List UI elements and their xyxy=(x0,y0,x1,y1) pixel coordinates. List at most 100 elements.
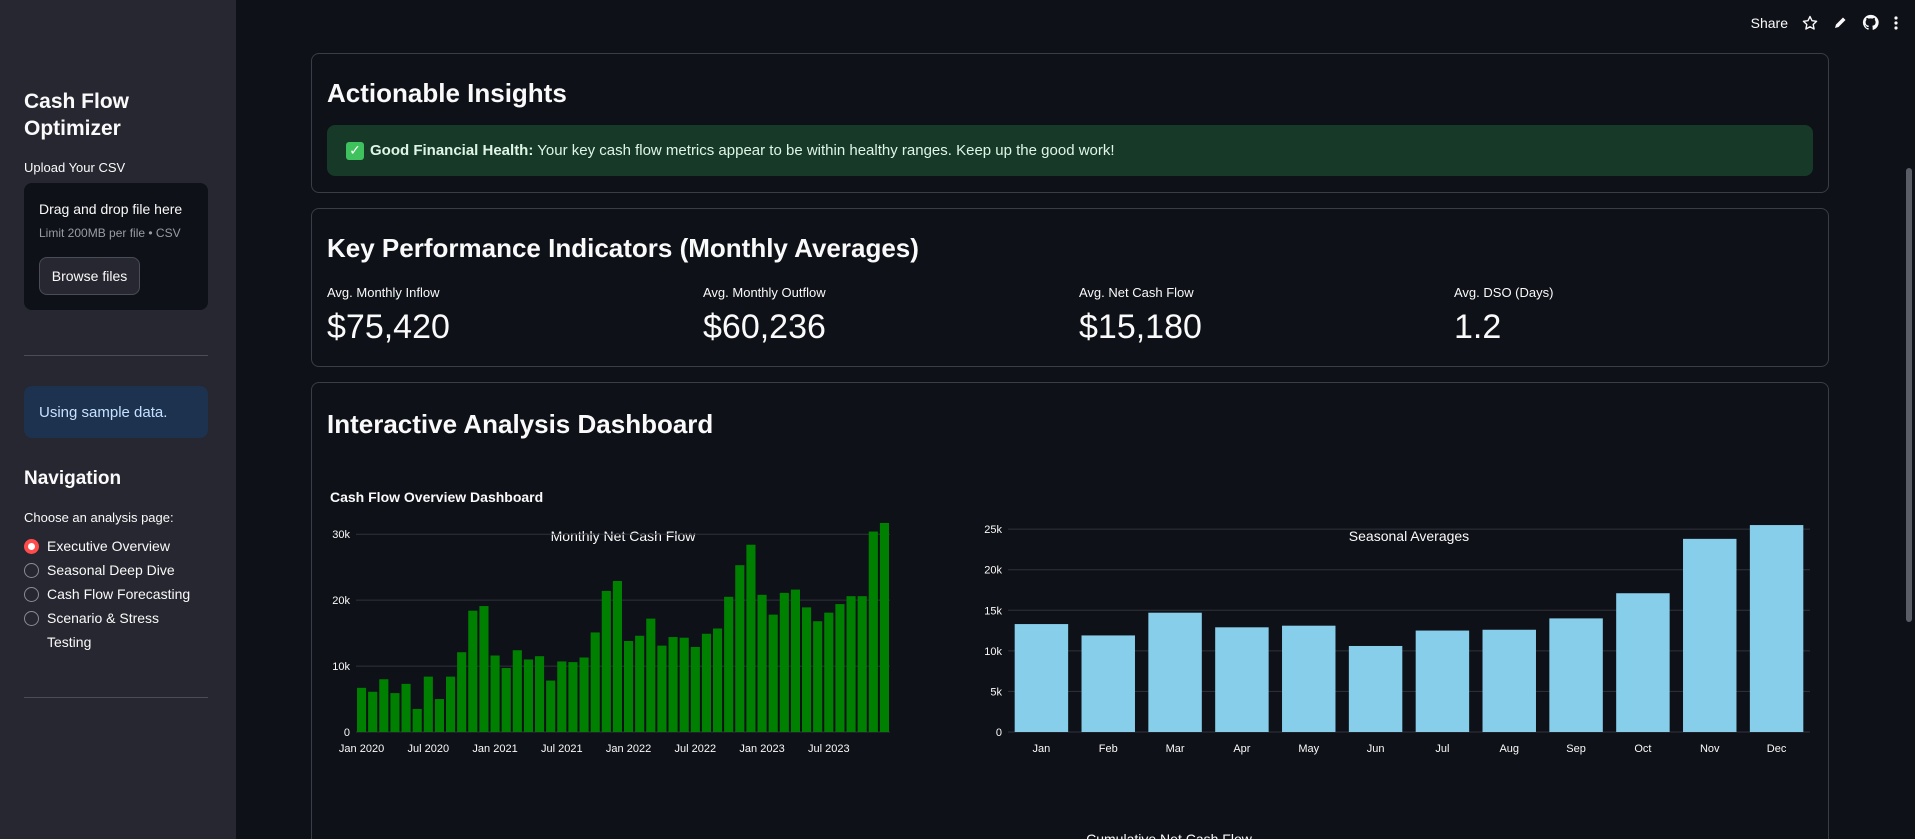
x-tick-label: May xyxy=(1298,743,1319,755)
bar xyxy=(846,596,856,732)
navigation-subtitle: Choose an analysis page: xyxy=(24,510,174,525)
bar xyxy=(879,522,889,732)
x-tick-label: Feb xyxy=(1099,743,1118,755)
metric-value: 1.2 xyxy=(1454,308,1502,346)
dropzone-title: Drag and drop file here xyxy=(39,201,183,217)
x-tick-label: Jun xyxy=(1367,743,1385,755)
metric-avg-outflow: Avg. Monthly Outflow $60,236 xyxy=(703,285,826,347)
x-tick-label: Jan 2022 xyxy=(606,743,651,755)
radio-executive-overview[interactable]: Executive Overview xyxy=(24,537,197,558)
bar xyxy=(624,641,634,732)
page-scrollbar[interactable] xyxy=(1906,168,1912,622)
bar xyxy=(724,596,734,732)
bar xyxy=(1482,629,1536,732)
metric-label: Avg. Monthly Inflow xyxy=(327,285,440,300)
bar xyxy=(635,635,645,732)
github-icon[interactable] xyxy=(1862,14,1879,31)
y-tick-label: 10k xyxy=(984,646,1002,658)
file-dropzone[interactable]: Drag and drop file here Limit 200MB per … xyxy=(24,183,208,310)
x-tick-label: Aug xyxy=(1499,743,1519,755)
x-tick-label: Jul 2020 xyxy=(408,743,450,755)
x-tick-label: Jan 2021 xyxy=(472,743,517,755)
bar xyxy=(357,687,367,732)
x-tick-label: Jan 2020 xyxy=(339,743,384,755)
bar xyxy=(802,607,812,732)
bar xyxy=(479,606,489,732)
info-alert: Using sample data. xyxy=(24,386,208,438)
bar xyxy=(768,614,778,732)
radio-seasonal-deep-dive[interactable]: Seasonal Deep Dive xyxy=(24,561,197,582)
bar xyxy=(368,691,378,732)
bar xyxy=(557,661,567,732)
radio-label: Cash Flow Forecasting xyxy=(47,586,191,602)
bar xyxy=(779,592,789,732)
bar xyxy=(535,656,545,732)
browse-files-button[interactable]: Browse files xyxy=(39,257,140,295)
radio-unselected-icon xyxy=(24,587,39,602)
x-tick-label: Jan xyxy=(1033,743,1051,755)
radio-unselected-icon xyxy=(24,611,39,626)
bar xyxy=(1683,538,1737,732)
dashboard-charts: Cumulative Net Cash Flow Monthly Net Cas… xyxy=(332,522,1810,839)
bar xyxy=(868,531,878,732)
y-tick-label: 0 xyxy=(996,727,1002,739)
x-tick-label: Oct xyxy=(1634,743,1651,755)
bar xyxy=(523,659,533,732)
edit-icon[interactable] xyxy=(1832,15,1848,31)
x-tick-label: Jan 2023 xyxy=(739,743,784,755)
bar xyxy=(379,679,389,732)
bar xyxy=(824,612,834,732)
insights-card: Actionable Insights ✓ Good Financial Hea… xyxy=(311,53,1829,193)
bar xyxy=(434,699,444,732)
metric-avg-inflow: Avg. Monthly Inflow $75,420 xyxy=(327,285,450,347)
bar xyxy=(1348,645,1403,732)
bar xyxy=(512,650,522,732)
radio-label: Executive Overview xyxy=(47,538,170,554)
radio-label: Seasonal Deep Dive xyxy=(47,562,175,578)
bar xyxy=(1014,624,1069,732)
bar xyxy=(1749,525,1804,732)
star-icon[interactable] xyxy=(1802,15,1818,31)
bar xyxy=(657,645,667,732)
bar xyxy=(1549,618,1603,732)
bar xyxy=(390,693,400,732)
bar xyxy=(757,594,767,732)
check-icon: ✓ xyxy=(346,141,364,160)
app-title: Cash Flow Optimizer xyxy=(24,90,130,140)
success-alert: ✓ Good Financial Health: Your key cash f… xyxy=(327,125,1813,176)
bar xyxy=(679,637,689,732)
app-toolbar: Share xyxy=(1751,14,1899,31)
bar xyxy=(835,604,845,732)
sidebar: Cash Flow Optimizer Upload Your CSV Drag… xyxy=(0,0,236,839)
metric-value: $15,180 xyxy=(1079,308,1202,346)
bar xyxy=(1081,635,1135,732)
share-button[interactable]: Share xyxy=(1751,15,1788,31)
x-tick-label: Jul xyxy=(1435,743,1449,755)
y-tick-label: 5k xyxy=(990,686,1002,698)
bar xyxy=(446,676,456,732)
bar xyxy=(646,618,656,732)
radio-cash-flow-forecasting[interactable]: Cash Flow Forecasting xyxy=(24,585,197,606)
success-text: Your key cash flow metrics appear to be … xyxy=(533,142,1115,159)
bar xyxy=(457,652,467,732)
success-strong-text: Good Financial Health: xyxy=(370,142,534,159)
sidebar-divider xyxy=(24,697,208,698)
navigation-heading: Navigation xyxy=(24,468,122,489)
y-tick-label: 25k xyxy=(984,524,1002,536)
x-tick-label: Jul 2021 xyxy=(541,743,583,755)
bar xyxy=(579,657,589,732)
bar xyxy=(713,628,723,732)
dropzone-limit: Limit 200MB per file • CSV xyxy=(39,226,181,240)
chart-title: Seasonal Averages xyxy=(1349,528,1469,544)
metric-value: $60,236 xyxy=(703,308,826,346)
bar xyxy=(590,632,600,732)
bar xyxy=(790,589,800,732)
sidebar-divider xyxy=(24,355,208,356)
x-tick-label: Sep xyxy=(1566,743,1586,755)
bar xyxy=(1282,625,1336,732)
bar xyxy=(813,621,823,732)
y-tick-label: 10k xyxy=(332,661,350,673)
radio-scenario-stress-testing[interactable]: Scenario & Stress Testing xyxy=(24,609,197,654)
more-icon[interactable] xyxy=(1893,15,1899,31)
metric-avg-dso: Avg. DSO (Days) 1.2 xyxy=(1454,285,1553,347)
